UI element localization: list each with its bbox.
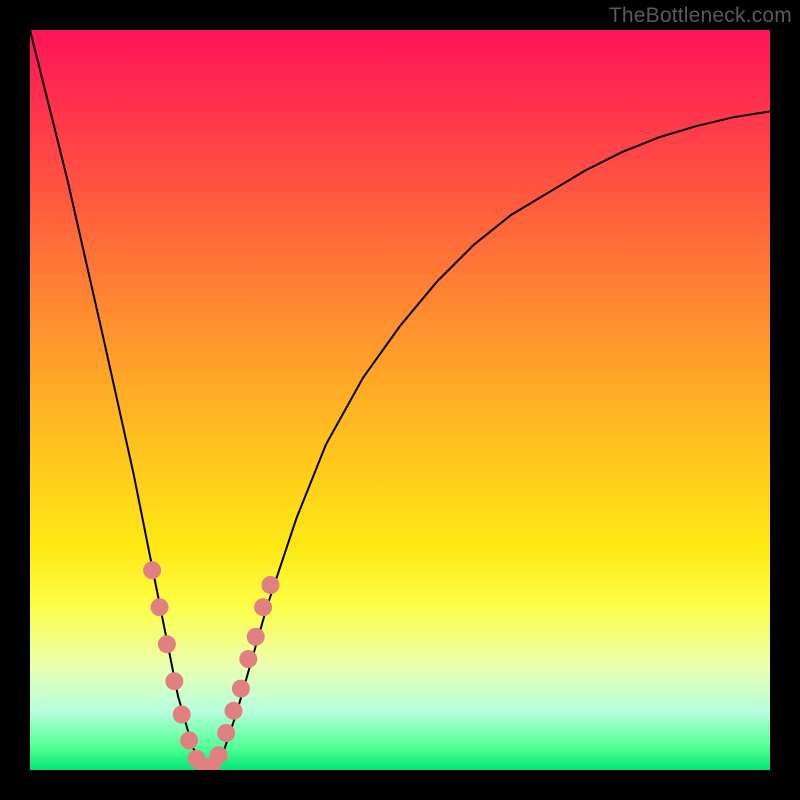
bottleneck-curve: [30, 30, 770, 770]
watermark-text: TheBottleneck.com: [609, 4, 792, 28]
plot-area: [30, 30, 770, 770]
highlight-dot: [180, 731, 198, 749]
highlight-dot: [232, 680, 250, 698]
highlight-dot: [158, 635, 176, 653]
chart-frame: TheBottleneck.com: [0, 0, 800, 800]
highlight-dot: [247, 628, 265, 646]
highlight-dots: [143, 561, 279, 770]
highlight-dot: [254, 598, 272, 616]
highlight-dot: [210, 746, 228, 764]
highlight-dot: [239, 650, 257, 668]
highlight-dot: [165, 672, 183, 690]
highlight-dot: [217, 724, 235, 742]
highlight-dot: [173, 706, 191, 724]
highlight-dot: [143, 561, 161, 579]
bottleneck-curve-svg: [30, 30, 770, 770]
highlight-dot: [225, 702, 243, 720]
highlight-dot: [151, 598, 169, 616]
highlight-dot: [262, 576, 280, 594]
